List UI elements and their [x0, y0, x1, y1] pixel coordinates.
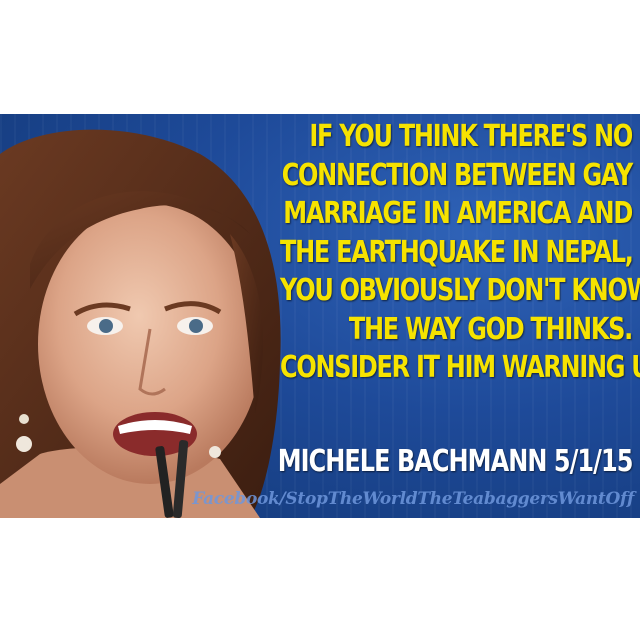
page: IF YOU THINK THERE'S NO CONNECTION BETWE…: [0, 0, 640, 640]
quote-line: THE WAY GOD THINKS.: [348, 311, 633, 347]
speaker-portrait: [0, 129, 281, 518]
watermark-text: Facebook/StopTheWorldTheTeabaggersWantOf…: [192, 489, 634, 509]
quote-line: CONNECTION BETWEEN GAY: [281, 157, 634, 193]
quote-line: YOU OBVIOUSLY DON'T KNOW: [280, 273, 640, 308]
quote-text: IF YOU THINK THERE'S NO CONNECTION BETWE…: [280, 118, 640, 388]
quote-line: MARRIAGE IN AMERICA AND: [283, 196, 633, 231]
quote-line: THE EARTHQUAKE IN NEPAL,: [280, 234, 634, 270]
quote-line: IF YOU THINK THERE'S NO: [309, 119, 633, 154]
attribution-text: MICHELE BACHMANN 5/1/15: [277, 444, 633, 479]
meme-image: IF YOU THINK THERE'S NO CONNECTION BETWE…: [0, 114, 640, 518]
quote-line: CONSIDER IT HIM WARNING US.: [280, 350, 640, 385]
